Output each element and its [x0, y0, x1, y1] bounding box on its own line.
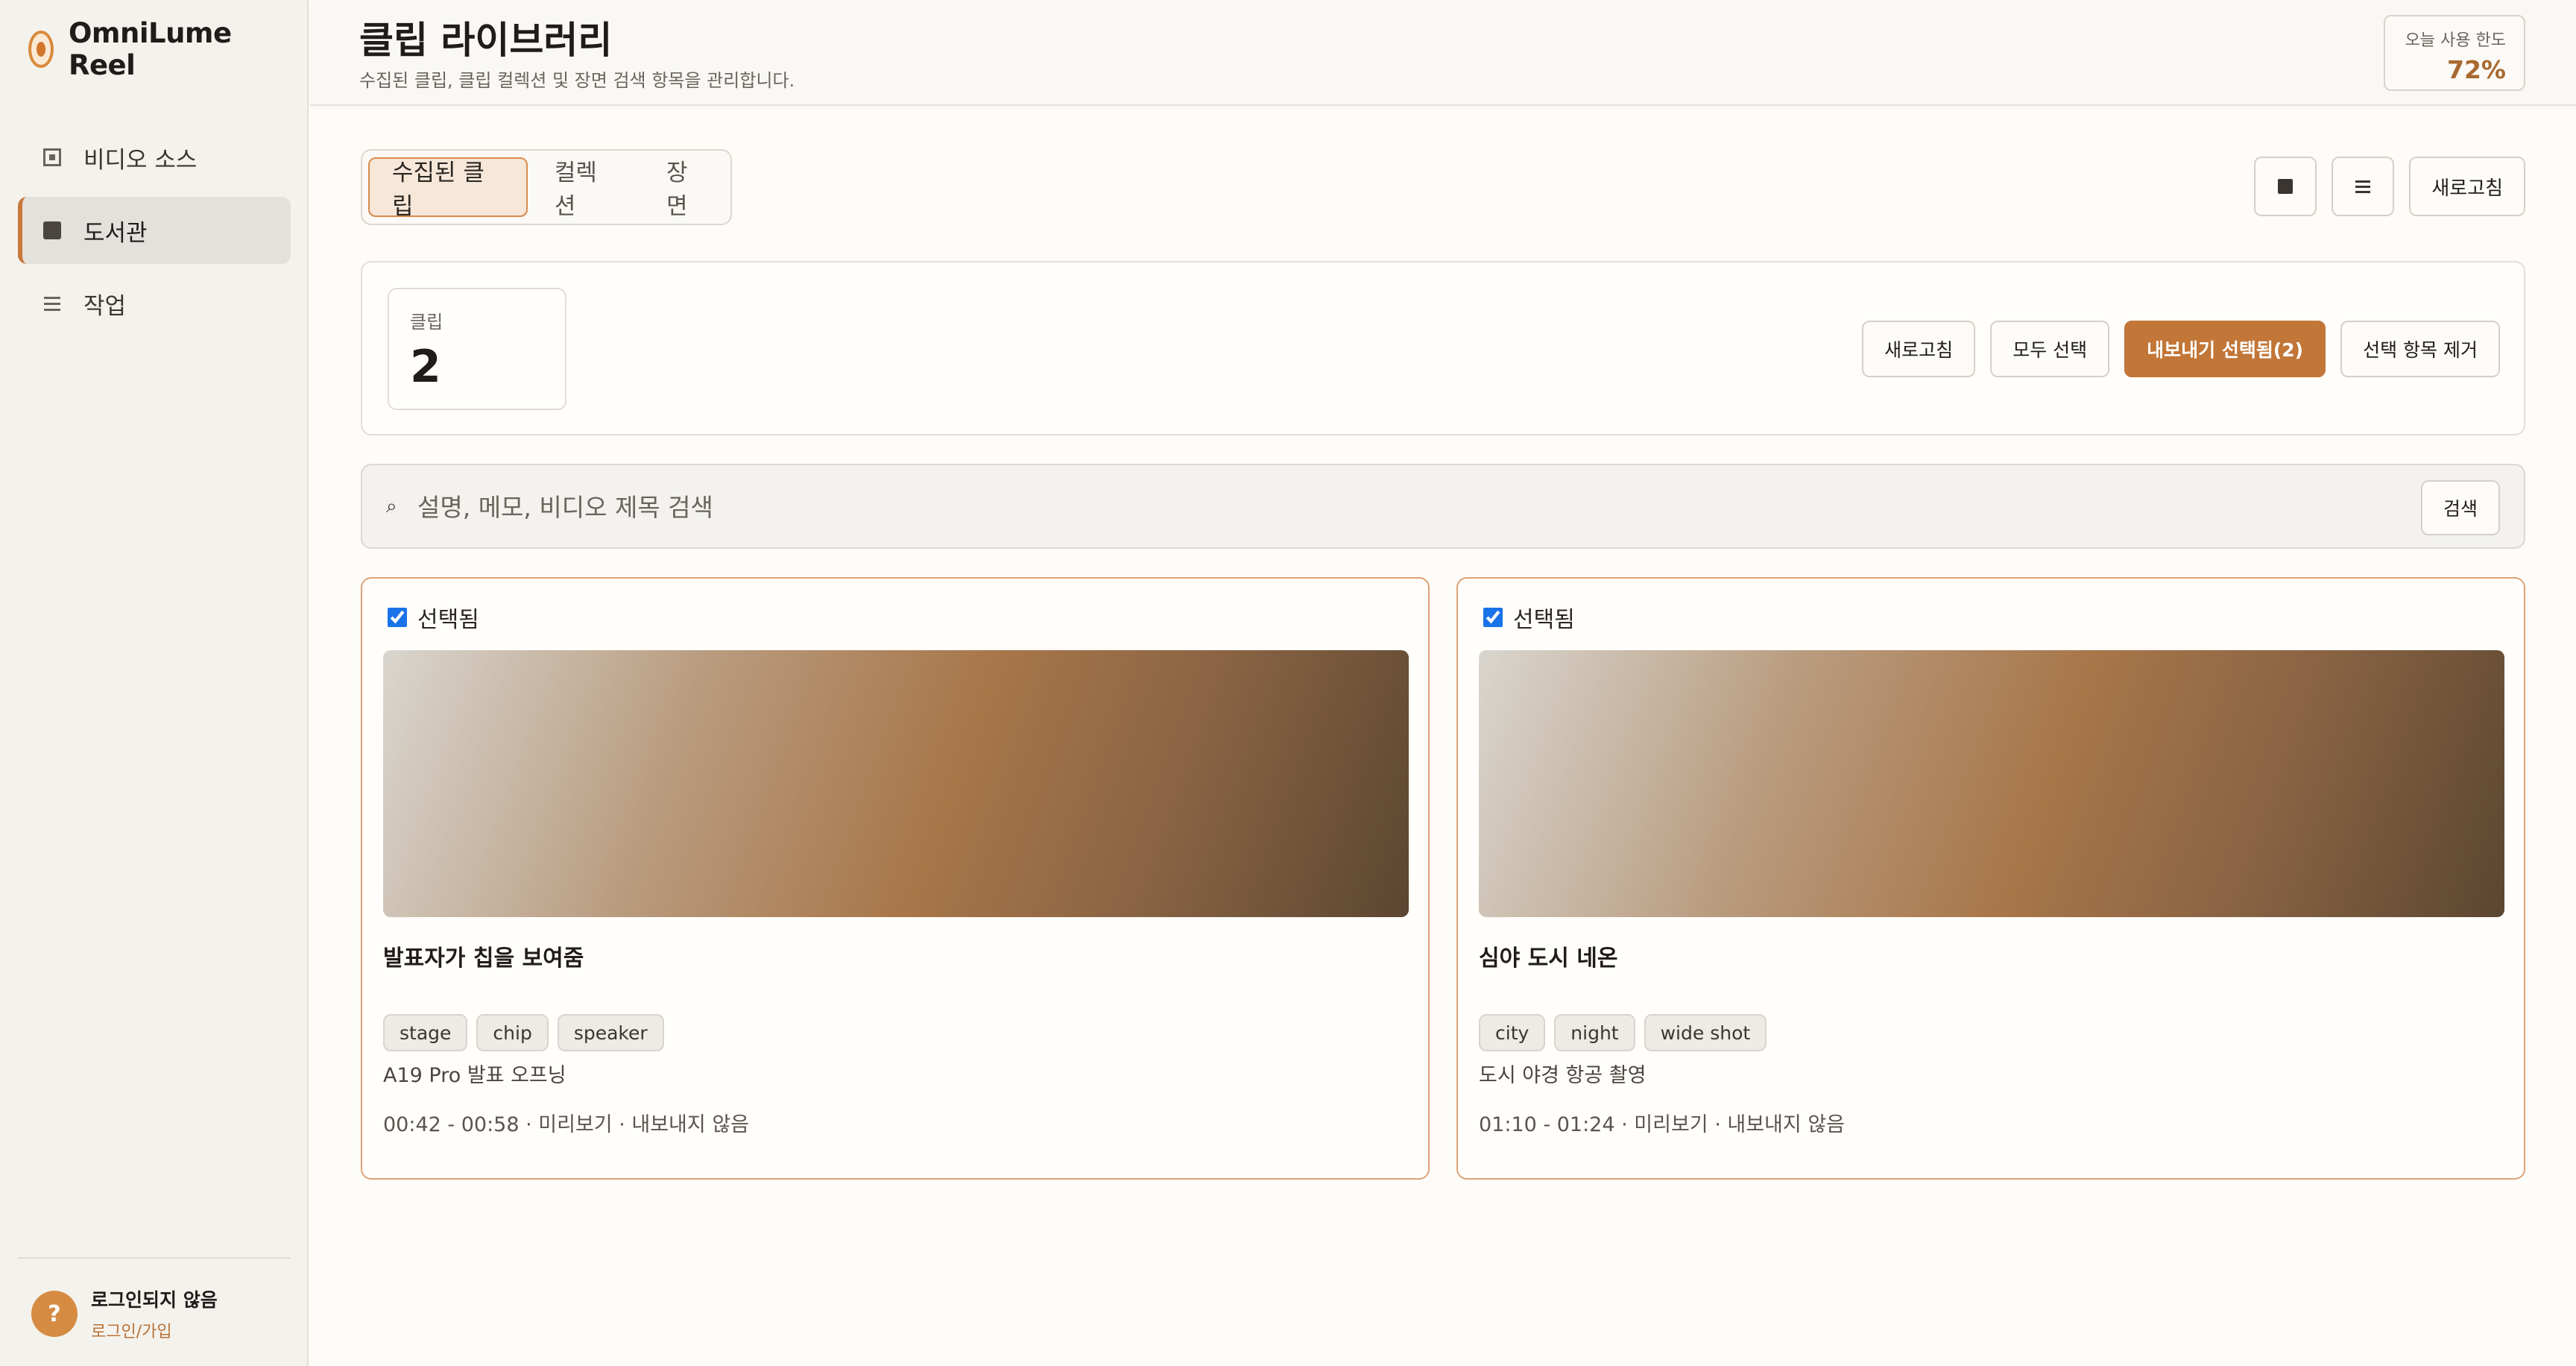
sidebar-item-library[interactable]: 도서관	[18, 197, 291, 264]
grid-view-icon	[2278, 179, 2294, 194]
selected-label: 선택됨	[417, 607, 479, 633]
sidebar-item-label: 도서관	[83, 219, 148, 247]
list-view-icon	[2355, 180, 2371, 193]
clip-title: 심야 도시 네온	[1479, 945, 1618, 972]
clip-tags: city night wide shot	[1479, 1014, 1767, 1051]
user-box[interactable]: ? 로그인되지 않음 로그인/가입	[31, 1285, 218, 1342]
sidebar: OmniLume Reel 비디오 소스 도서관 작업 ? 로그인되지 않음 로…	[0, 0, 309, 1366]
export-selected-button[interactable]: 내보내기 선택됨(2)	[2124, 321, 2326, 377]
clip-count-value: 2	[410, 341, 441, 393]
clip-select-checkbox[interactable]: 선택됨	[1483, 601, 1575, 634]
sidebar-item-label: 작업	[83, 292, 127, 320]
search-input[interactable]	[417, 485, 1834, 529]
sidebar-item-tasks[interactable]: 작업	[18, 270, 291, 337]
sidebar-divider	[18, 1257, 291, 1259]
avatar[interactable]: ?	[31, 1291, 78, 1337]
omnilume-logo-icon	[28, 31, 54, 68]
tag-chip[interactable]: chip	[476, 1014, 549, 1051]
select-checkbox[interactable]	[388, 608, 407, 627]
clip-stats-panel: 클립 2 새로고침 모두 선택 내보내기 선택됨(2) 선택 항목 제거	[361, 261, 2525, 435]
search-bar: ⌕ 검색	[361, 464, 2525, 549]
clip-select-checkbox[interactable]: 선택됨	[388, 601, 479, 634]
page-subtitle: 수집된 클립, 클립 컬렉션 및 장면 검색 항목을 관리합니다.	[359, 70, 795, 91]
clip-meta: 01:10 - 01:24 · 미리보기 · 내보내지 않음	[1479, 1113, 1846, 1136]
grid-view-button[interactable]	[2254, 157, 2317, 216]
refresh-button[interactable]: 새로고침	[1862, 321, 1976, 377]
tab-collected-clips[interactable]: 수집된 클립	[368, 157, 528, 220]
select-checkbox[interactable]	[1483, 608, 1503, 627]
brand[interactable]: OmniLume Reel	[28, 17, 307, 81]
library-icon	[42, 220, 63, 241]
list-view-button[interactable]	[2332, 157, 2395, 216]
login-status: 로그인되지 않음	[91, 1289, 218, 1311]
page-header: 클립 라이브러리 수집된 클립, 클립 컬렉션 및 장면 검색 항목을 관리합니…	[310, 0, 2576, 106]
app-name: OmniLume Reel	[68, 17, 232, 81]
clip-title: 발표자가 칩을 보여줌	[383, 945, 584, 972]
clip-count-label: 클립	[410, 312, 443, 333]
tag-chip[interactable]: night	[1554, 1014, 1635, 1051]
sidebar-item-video-source[interactable]: 비디오 소스	[18, 124, 291, 191]
page-title: 클립 라이브러리	[359, 19, 613, 62]
library-tabs: 수집된 클립 컬렉션 장면	[361, 149, 732, 225]
tab-collections[interactable]: 컬렉션	[532, 157, 640, 220]
clip-meta: 00:42 - 00:58 · 미리보기 · 내보내지 않음	[383, 1113, 750, 1136]
clip-thumbnail[interactable]	[1479, 650, 2504, 917]
search-icon: ⌕	[386, 495, 397, 517]
remove-selected-button[interactable]: 선택 항목 제거	[2340, 321, 2500, 377]
quota-label: 오늘 사용 한도	[2405, 31, 2506, 50]
clip-card[interactable]: 선택됨 심야 도시 네온 city night wide shot 도시 야경 …	[1456, 577, 2525, 1180]
login-signup-link[interactable]: 로그인/가입	[91, 1318, 218, 1342]
tab-scenes[interactable]: 장면	[644, 157, 730, 220]
clip-tags: stage chip speaker	[383, 1014, 664, 1051]
search-button[interactable]: 검색	[2421, 480, 2500, 535]
sidebar-nav: 비디오 소스 도서관 작업	[18, 124, 291, 343]
view-toolbar: 새로고침	[2254, 157, 2525, 216]
select-all-button[interactable]: 모두 선택	[1990, 321, 2110, 377]
clip-grid: 선택됨 발표자가 칩을 보여줌 stage chip speaker A19 P…	[361, 577, 2525, 1180]
usage-quota-badge: 오늘 사용 한도 72%	[2384, 15, 2525, 91]
selected-label: 선택됨	[1513, 607, 1575, 633]
clip-description: 도시 야경 항공 촬영	[1479, 1064, 1647, 1087]
tag-chip[interactable]: stage	[383, 1014, 468, 1051]
toolbar-refresh-button[interactable]: 새로고침	[2409, 157, 2525, 216]
sidebar-item-label: 비디오 소스	[83, 146, 198, 174]
clip-description: A19 Pro 발표 오프닝	[383, 1064, 566, 1087]
tag-chip[interactable]: wide shot	[1644, 1014, 1767, 1051]
bulk-actions: 새로고침 모두 선택 내보내기 선택됨(2) 선택 항목 제거	[1862, 321, 2500, 377]
video-source-icon	[42, 147, 63, 168]
tag-chip[interactable]: city	[1479, 1014, 1546, 1051]
clip-card[interactable]: 선택됨 발표자가 칩을 보여줌 stage chip speaker A19 P…	[361, 577, 1430, 1180]
tasks-icon	[42, 293, 63, 314]
tag-chip[interactable]: speaker	[557, 1014, 664, 1051]
clip-thumbnail[interactable]	[383, 650, 1409, 917]
quota-value: 72%	[2447, 55, 2506, 84]
clip-count-card: 클립 2	[388, 288, 566, 410]
